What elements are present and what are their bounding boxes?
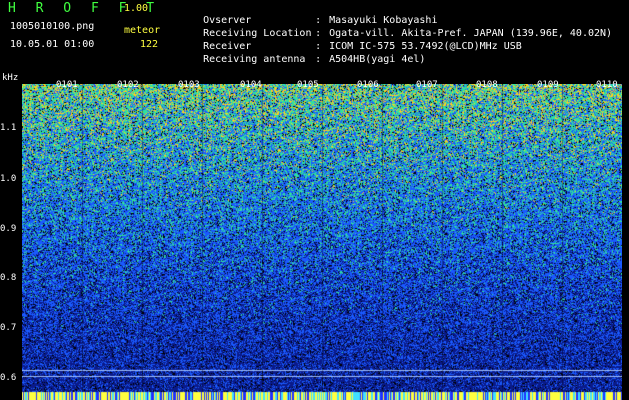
file-name: 1005010100.png — [10, 21, 95, 32]
x-tick: 0109 — [537, 80, 559, 90]
x-tick: 0102 — [117, 80, 139, 90]
x-tick: 0107 — [416, 80, 438, 90]
meteor-label: meteor — [124, 25, 161, 36]
info-label: Receiving antenna — [203, 54, 306, 65]
x-tick: 0105 — [297, 80, 319, 90]
spectrogram-canvas — [22, 84, 622, 400]
datetime-label: 10.05.01 01:00 — [10, 39, 95, 50]
meteor-count: 122 — [140, 39, 159, 50]
x-tick: 0101 — [56, 80, 78, 90]
x-tick: 0110 — [596, 80, 618, 90]
x-tick: 0106 — [357, 80, 379, 90]
info-value: A504HB(yagi 4el) — [329, 54, 426, 65]
app-version: 1.00 — [124, 3, 149, 14]
x-tick: 0104 — [240, 80, 262, 90]
hroft-screen: H R O F F T 1.00 1005010100.png 10.05.01… — [0, 0, 629, 400]
info-separator: : — [315, 54, 322, 65]
spectrogram — [0, 72, 629, 400]
x-tick: 0108 — [476, 80, 498, 90]
x-tick: 0103 — [178, 80, 200, 90]
